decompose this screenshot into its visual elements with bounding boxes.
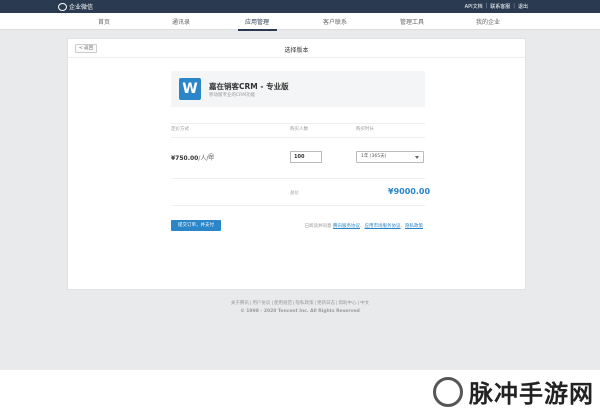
header-duration: 购买时长 [356, 127, 374, 132]
page-title: 选择版本 [284, 47, 309, 54]
api-docs-link[interactable]: API文档 [465, 3, 483, 10]
wecom-logo-icon [58, 2, 67, 11]
service-agreement-link[interactable]: 腾讯服务协议 [333, 224, 360, 229]
divider [171, 178, 425, 179]
nav-home[interactable]: 首页 [98, 17, 110, 26]
quantity-input[interactable]: 100 [290, 151, 322, 163]
agree-prefix: 已阅读并同意 [304, 224, 332, 229]
footer-link[interactable]: 用户协议 [252, 301, 270, 306]
agreement-text: 已阅读并同意 腾讯服务协议、应用市场服务协议、隐私政策 [304, 224, 423, 229]
header-quantity: 购买人数 [290, 127, 308, 132]
main-nav: 首页 通讯录 应用管理 客户联系 管理工具 我的企业 [0, 13, 600, 30]
footer-link[interactable]: 隐私政策 [296, 301, 314, 306]
nav-admin-tools[interactable]: 管理工具 [400, 17, 424, 26]
site-watermark: 脉冲手游网 [433, 374, 594, 409]
chevron-down-icon [415, 156, 419, 159]
total-label: 总价 [290, 191, 299, 196]
market-agreement-link[interactable]: 应用市场服务协议 [365, 224, 401, 229]
version-select-card: < 返回 选择版本 W 嘉在销客CRM - 专业版 移动版专业的CRM功能 定价… [67, 38, 526, 290]
divider [171, 123, 425, 124]
divider [171, 137, 425, 138]
app-name: 企业微信 [69, 4, 94, 11]
product-description: 移动版专业的CRM功能 [209, 93, 256, 98]
submit-order-button[interactable]: 提交订单，并支付 [171, 220, 221, 231]
topbar: 企业微信 API文档 | 联系客服 | 退出 [0, 0, 600, 13]
info-icon[interactable] [208, 153, 214, 159]
product-logo-icon: W [179, 78, 201, 100]
footer-link[interactable]: 更新日志 [317, 301, 335, 306]
duration-value: 1年 (365天) [361, 154, 387, 159]
copyright: © 1998 - 2020 Tencent Inc. All Rights Re… [240, 309, 360, 314]
footer-link[interactable]: 关于腾讯 [231, 301, 249, 306]
active-tab-indicator [238, 29, 277, 31]
product-summary: W 嘉在销客CRM - 专业版 移动版专业的CRM功能 [171, 71, 425, 107]
divider [171, 205, 425, 206]
duration-select[interactable]: 1年 (365天) [356, 151, 424, 163]
footer-link[interactable]: 使用规范 [274, 301, 292, 306]
watermark-logo-icon [433, 376, 463, 407]
nav-customer-contact[interactable]: 客户联系 [323, 17, 347, 26]
language-link[interactable]: 中文 [360, 301, 369, 306]
logout-link[interactable]: 退出 [518, 3, 528, 10]
nav-contacts[interactable]: 通讯录 [172, 17, 190, 26]
privacy-policy-link[interactable]: 隐私政策 [405, 224, 423, 229]
footer-link[interactable]: 帮助中心 [339, 301, 357, 306]
separator: | [513, 3, 515, 9]
watermark-text: 脉冲手游网 [469, 380, 594, 408]
app-logo[interactable]: 企业微信 [58, 2, 93, 11]
top-links: API文档 | 联系客服 | 退出 [465, 3, 528, 10]
nav-my-company[interactable]: 我的企业 [476, 17, 500, 26]
total-price: ¥9000.00 [388, 187, 431, 196]
card-header: < 返回 选择版本 [68, 39, 525, 58]
separator: | [485, 3, 488, 9]
product-name: 嘉在销客CRM - 专业版 [209, 82, 289, 91]
price-value: ¥750.00 [171, 155, 199, 162]
contact-support-link[interactable]: 联系客服 [490, 3, 510, 10]
nav-app-management[interactable]: 应用管理 [245, 17, 269, 26]
footer-links: 关于腾讯|用户协议|使用规范|隐私政策|更新日志|帮助中心|中文 [230, 301, 370, 306]
header-pricing: 定价方式 [171, 127, 189, 132]
